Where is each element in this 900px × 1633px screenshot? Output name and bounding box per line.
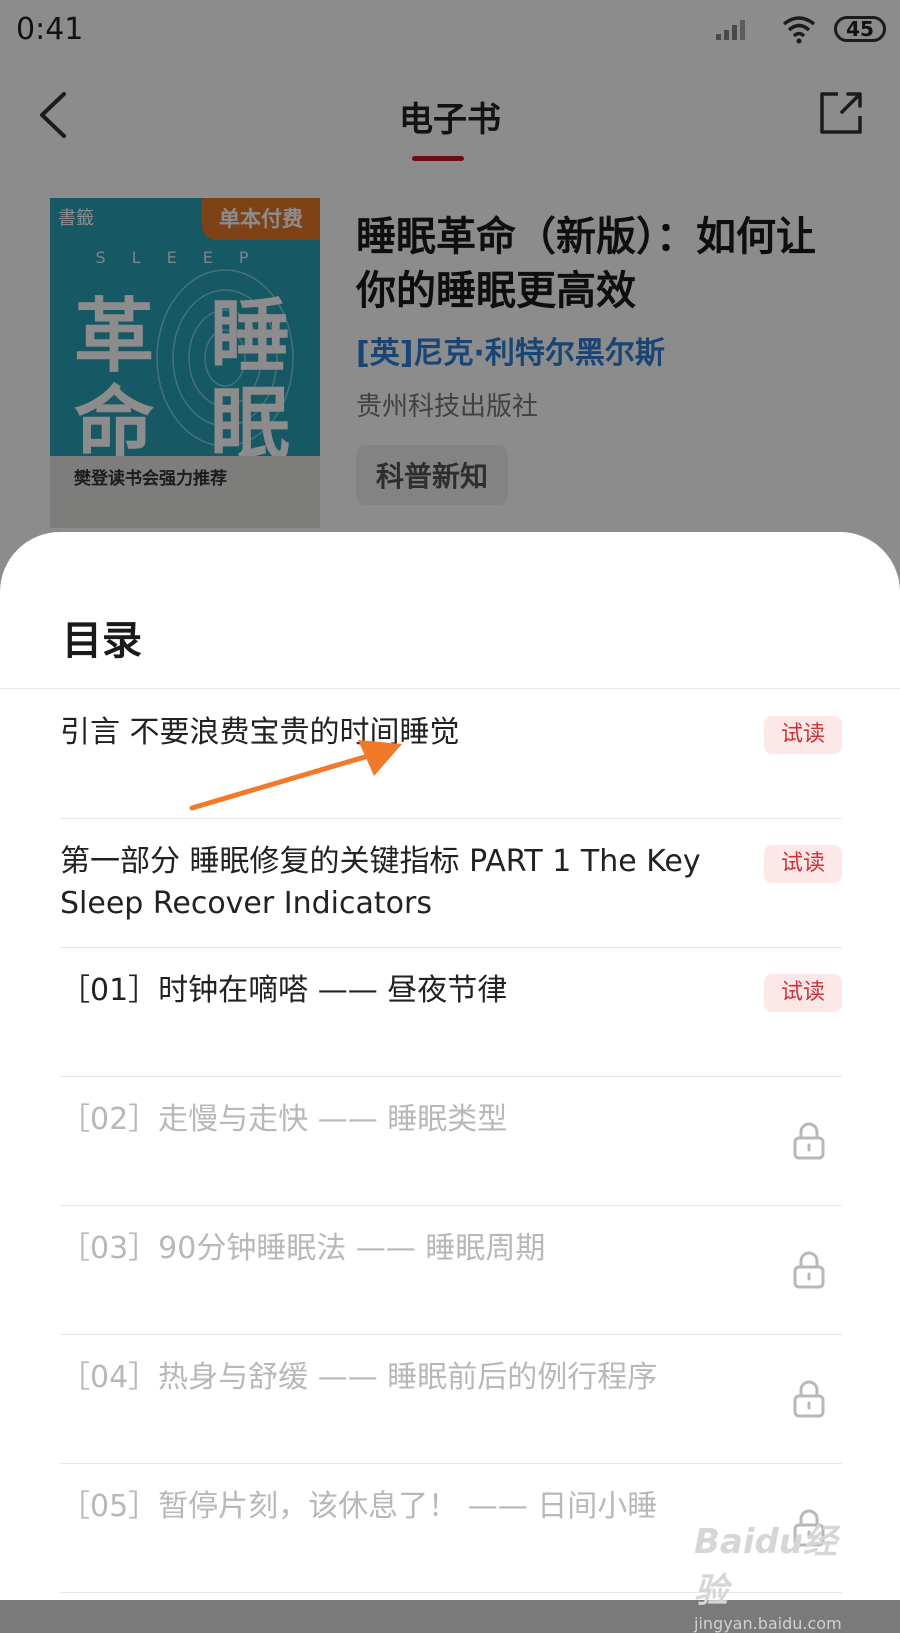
lock-icon [793, 1122, 825, 1160]
watermark-url: jingyan.baidu.com [694, 1614, 842, 1633]
trial-badge: 试读 [764, 845, 842, 883]
trial-badge: 试读 [764, 716, 842, 754]
toc-item-title: ［05］暂停片刻，该休息了！ —— 日间小睡 [60, 1489, 658, 1524]
lock-icon [793, 1251, 825, 1289]
toc-item-locked[interactable]: ［04］热身与舒缓 —— 睡眠前后的例行程序 [60, 1335, 842, 1464]
toc-title-divider [0, 688, 900, 689]
toc-item-locked[interactable]: ［02］走慢与走快 —— 睡眠类型 [60, 1077, 842, 1206]
toc-item[interactable]: 第一部分 睡眠修复的关键指标 PART 1 The Key Sleep Reco… [60, 819, 842, 948]
lock-icon [793, 1380, 825, 1418]
toc-item-title: 第一部分 睡眠修复的关键指标 PART 1 The Key Sleep Reco… [60, 844, 701, 921]
trial-badge: 试读 [764, 974, 842, 1012]
toc-item-title: ［02］走慢与走快 —— 睡眠类型 [60, 1102, 508, 1137]
toc-item[interactable]: 引言 不要浪费宝贵的时间睡觉 试读 [60, 690, 842, 819]
watermark-logo: Baidu经验 [694, 1522, 838, 1611]
toc-item-title: ［04］热身与舒缓 —— 睡眠前后的例行程序 [60, 1360, 658, 1395]
toc-item[interactable]: ［01］时钟在嘀嗒 —— 昼夜节律 试读 [60, 948, 842, 1077]
baidu-watermark: Baidu经验 jingyan.baidu.com [694, 1514, 864, 1633]
toc-title: 目录 [62, 618, 142, 664]
toc-list: 引言 不要浪费宝贵的时间睡觉 试读 第一部分 睡眠修复的关键指标 PART 1 … [60, 690, 842, 1593]
annotation-arrow-icon [189, 740, 402, 811]
toc-sheet: 目录 引言 不要浪费宝贵的时间睡觉 试读 第一部分 睡眠修复的关键指标 PART… [0, 532, 900, 1633]
toc-item-title: ［01］时钟在嘀嗒 —— 昼夜节律 [60, 973, 508, 1008]
toc-item-locked[interactable]: ［03］90分钟睡眠法 —— 睡眠周期 [60, 1206, 842, 1335]
toc-item-title: ［03］90分钟睡眠法 —— 睡眠周期 [60, 1231, 546, 1266]
